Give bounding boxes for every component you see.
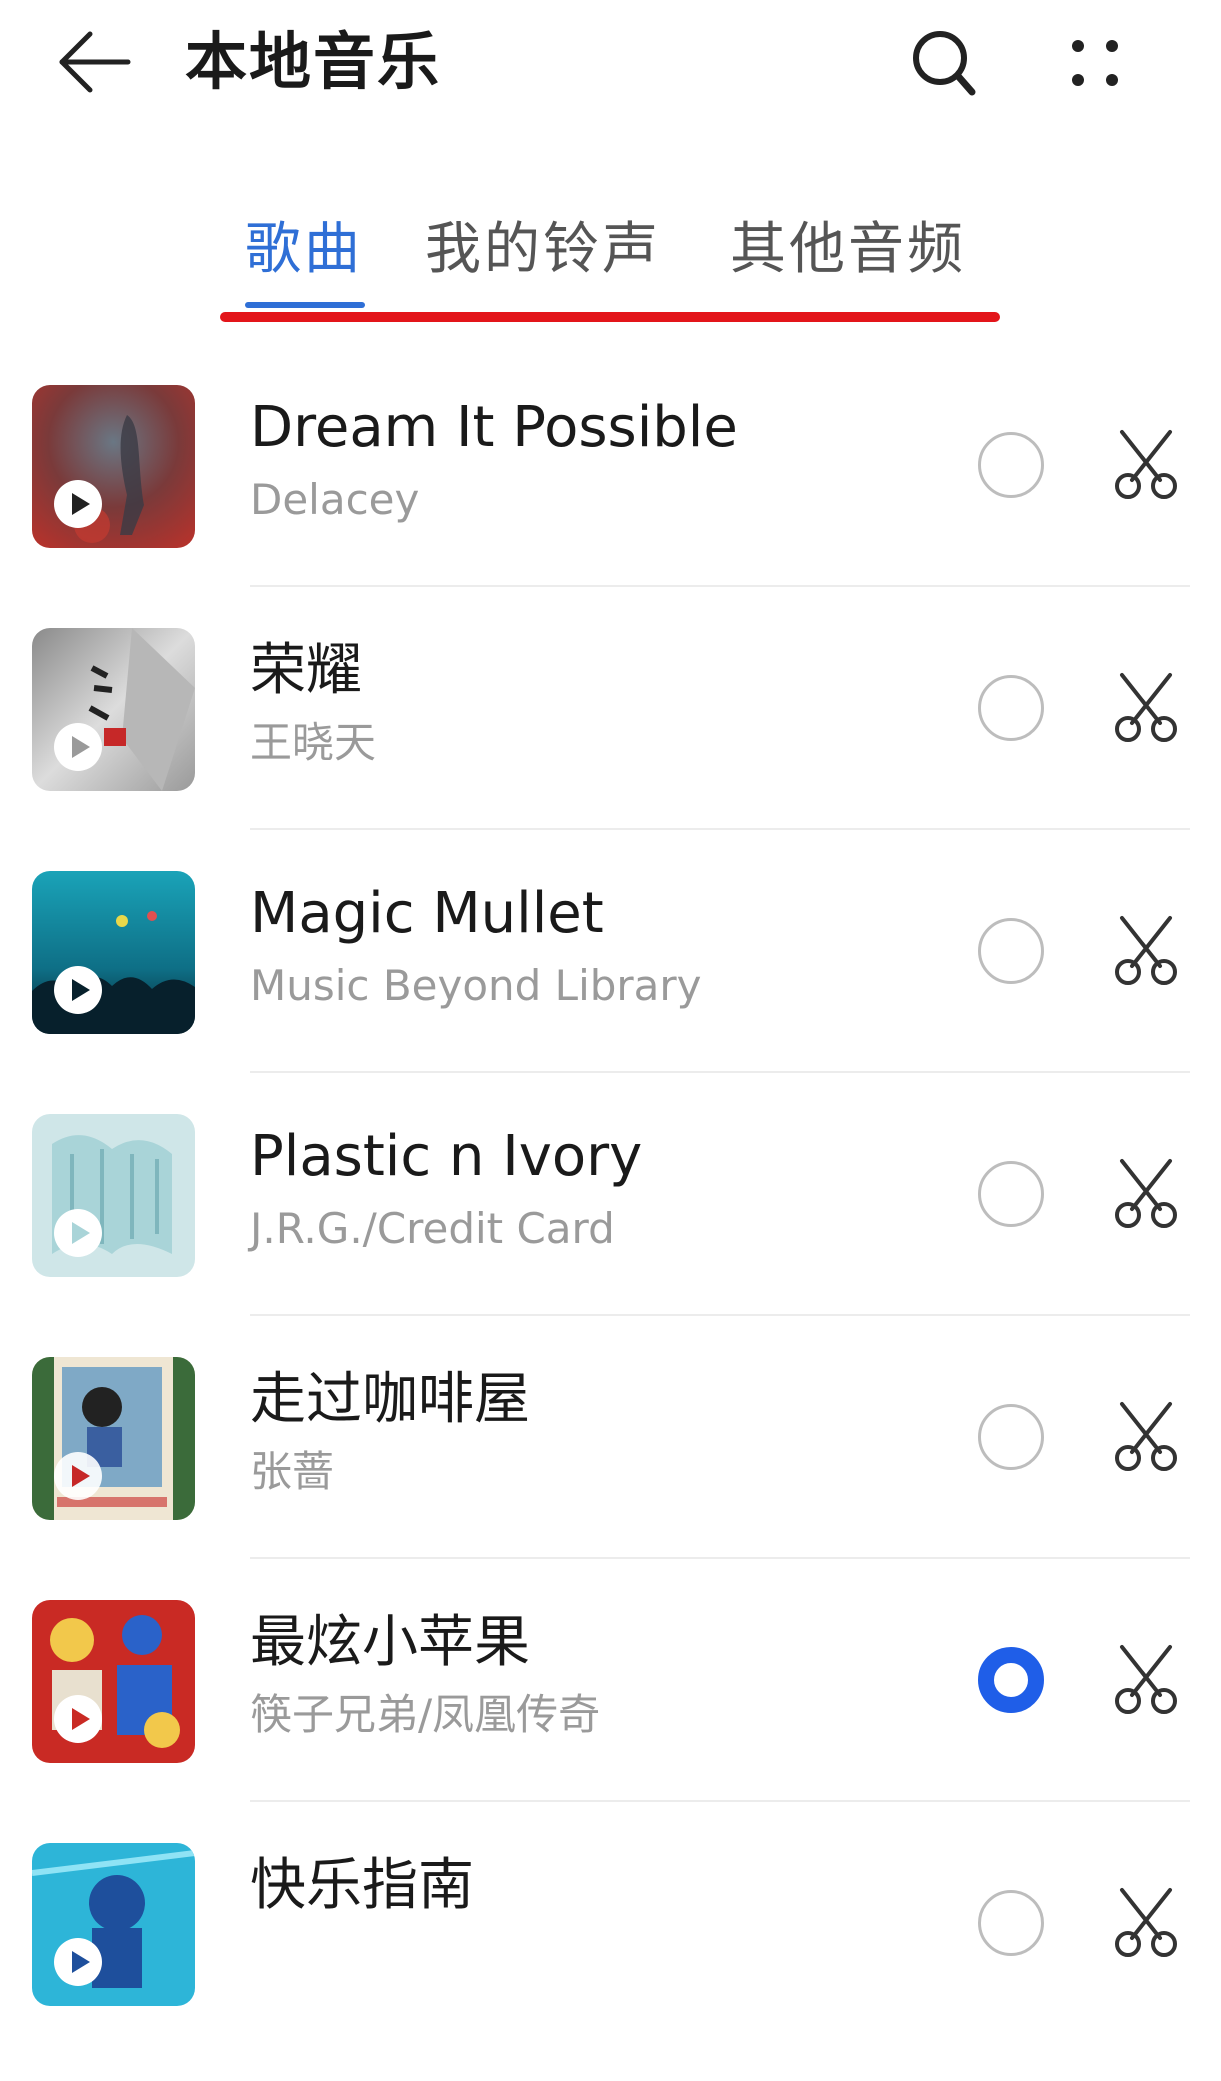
song-title: 最炫小苹果 [250,1610,530,1675]
trim-button[interactable] [1108,910,1184,990]
tab-other-audio[interactable]: 其他音频 [730,200,966,300]
album-cover [32,1357,195,1520]
song-artist: 张蔷 [250,1447,335,1496]
tab-songs[interactable]: 歌曲 [245,200,363,300]
tab-bar: 歌曲 我的铃声 其他音频 [210,200,1010,310]
back-button[interactable] [50,22,150,102]
scissors-icon [1115,673,1177,742]
more-dots-icon [1072,40,1118,86]
song-title: Dream It Possible [250,395,738,460]
scissors-icon [1115,1159,1177,1228]
song-title: 走过咖啡屋 [250,1367,530,1432]
song-artist: 筷子兄弟/凤凰传奇 [250,1690,601,1739]
trim-button[interactable] [1108,1153,1184,1233]
song-row[interactable]: 快乐指南 [0,1838,1221,2081]
select-radio[interactable] [978,675,1044,741]
song-title: 荣耀 [250,638,362,703]
select-radio-selected[interactable] [978,1647,1044,1713]
song-row[interactable]: 荣耀 王晓天 [0,623,1221,866]
album-cover [32,1600,195,1763]
select-radio[interactable] [978,918,1044,984]
play-icon [54,723,102,771]
song-artist: J.R.G./Credit Card [250,1204,615,1253]
app-header: 本地音乐 [0,0,1221,130]
select-radio[interactable] [978,1161,1044,1227]
row-divider [250,585,1190,587]
song-title: 快乐指南 [250,1853,474,1918]
song-row[interactable]: Magic Mullet Music Beyond Library [0,866,1221,1109]
album-cover [32,1843,195,2006]
song-row[interactable]: Plastic n Ivory J.R.G./Credit Card [0,1109,1221,1352]
play-icon [54,480,102,528]
page-title: 本地音乐 [185,25,442,98]
select-radio[interactable] [978,432,1044,498]
album-cover [32,385,195,548]
song-artist: 王晓天 [250,718,377,767]
more-options-button[interactable] [1050,22,1140,102]
album-cover [32,628,195,791]
album-cover [32,871,195,1034]
trim-button[interactable] [1108,424,1184,504]
song-artist: Delacey [250,475,420,524]
row-divider [250,1314,1190,1316]
scissors-icon [1115,430,1177,499]
song-title: Magic Mullet [250,881,604,946]
scissors-icon [1115,1888,1177,1957]
row-divider [250,1071,1190,1073]
scissors-icon [1115,1402,1177,1471]
trim-button[interactable] [1108,1396,1184,1476]
arrow-left-icon [59,31,131,93]
song-row[interactable]: Dream It Possible Delacey [0,380,1221,623]
select-radio[interactable] [978,1890,1044,1956]
scissors-icon [1115,1645,1177,1714]
play-icon [54,1938,102,1986]
row-divider [250,1557,1190,1559]
select-radio[interactable] [978,1404,1044,1470]
row-divider [250,1800,1190,1802]
trim-button[interactable] [1108,1882,1184,1962]
song-row[interactable]: 走过咖啡屋 张蔷 [0,1352,1221,1595]
row-divider [250,828,1190,830]
search-button[interactable] [900,22,990,102]
play-icon [54,1452,102,1500]
album-cover [32,1114,195,1277]
play-icon [54,1695,102,1743]
song-artist: Music Beyond Library [250,961,702,1010]
search-icon [913,31,976,96]
play-icon [54,1209,102,1257]
trim-button[interactable] [1108,1639,1184,1719]
active-tab-indicator [245,302,365,308]
song-title: Plastic n Ivory [250,1124,643,1189]
red-annotation-underline [220,312,1000,322]
trim-button[interactable] [1108,667,1184,747]
song-row[interactable]: 最炫小苹果 筷子兄弟/凤凰传奇 [0,1595,1221,1838]
scissors-icon [1115,916,1177,985]
tab-my-ringtones[interactable]: 我的铃声 [425,200,661,300]
play-icon [54,966,102,1014]
